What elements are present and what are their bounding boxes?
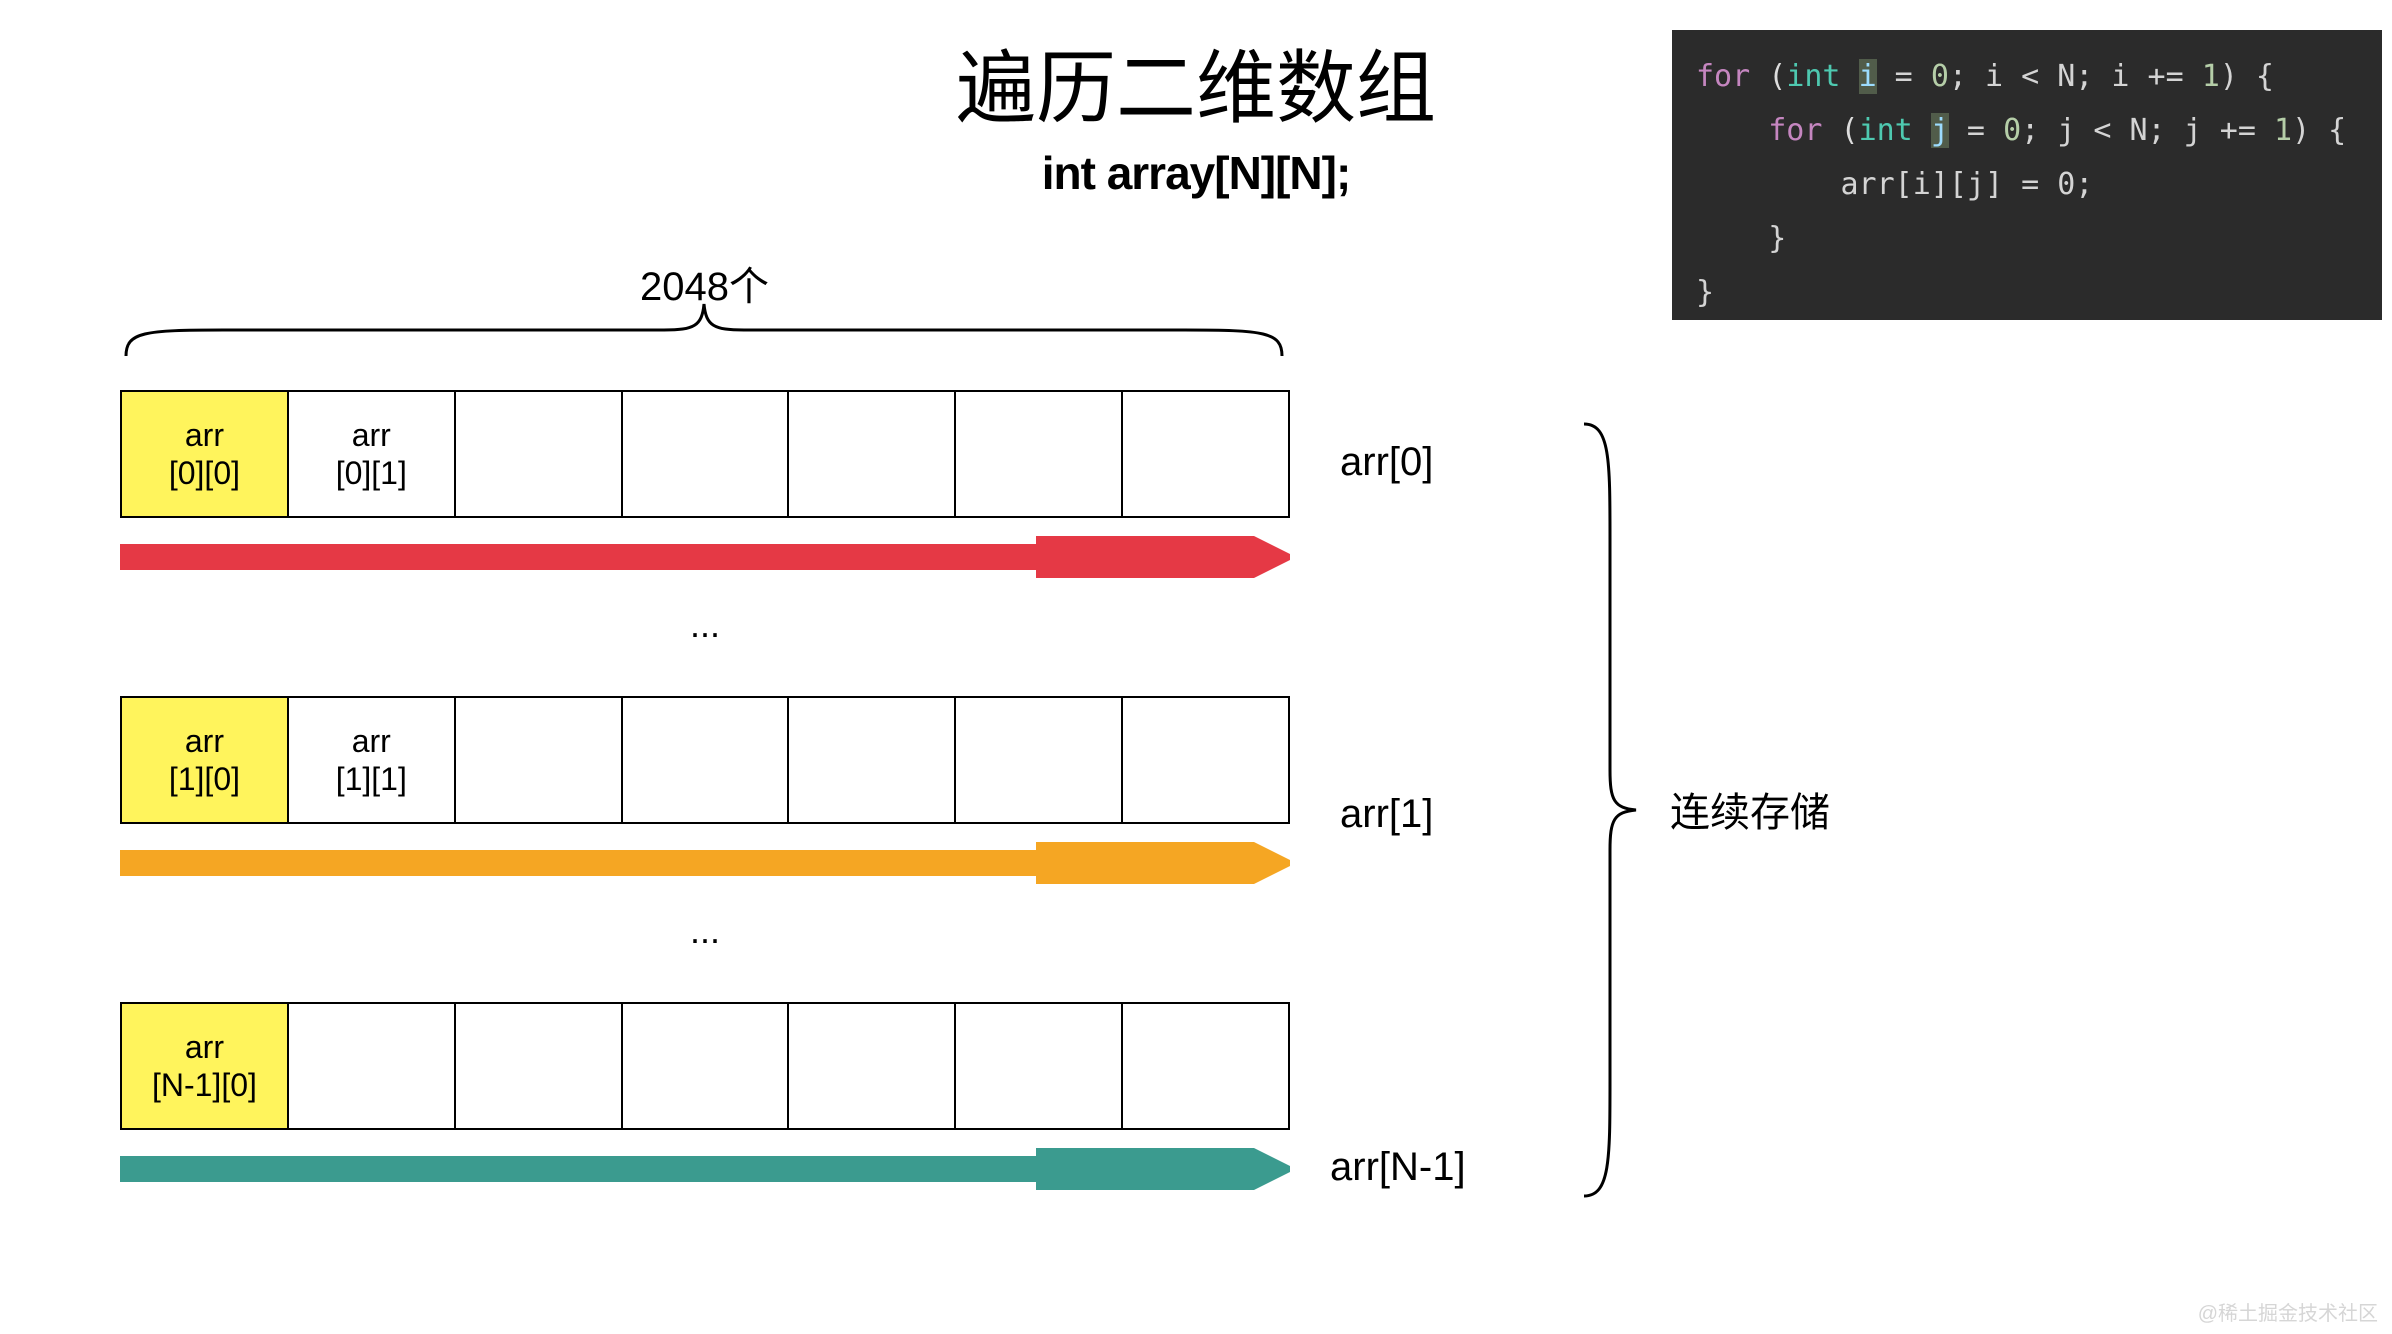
cell: arr[0][0]: [122, 392, 289, 516]
code-var-j: j: [1931, 113, 1949, 148]
storage-label: 连续存储: [1670, 780, 1830, 838]
code-num: 0: [1931, 59, 1949, 94]
code-num: 0: [2003, 113, 2021, 148]
code-op: =: [1877, 59, 1931, 94]
cell: arr[1][0]: [122, 698, 289, 822]
cell: [456, 698, 623, 822]
cell: arr[N-1][0]: [122, 1004, 289, 1128]
arrow-right-icon: [120, 536, 1290, 578]
cell: [956, 1004, 1123, 1128]
row-label: arr[0]: [1340, 440, 1433, 485]
array-row: arr[N-1][0]: [120, 1002, 1290, 1190]
cells-row: arr[N-1][0]: [120, 1002, 1290, 1130]
cell: [623, 392, 790, 516]
cell: [1123, 1004, 1288, 1128]
cell: [789, 698, 956, 822]
arrow-right-icon: [120, 842, 1290, 884]
cell: [956, 392, 1123, 516]
code-brace: ) {: [2220, 59, 2274, 94]
code-body: arr[i][j] = 0;: [1841, 167, 2094, 202]
declaration-subtitle: int array[N][N];: [1042, 146, 1351, 200]
cell: [789, 392, 956, 516]
code-op: =: [1949, 113, 2003, 148]
cell: [623, 1004, 790, 1128]
array-row: arr[1][0] arr[1][1]: [120, 696, 1290, 884]
code-keyword-for: for: [1696, 59, 1750, 94]
cells-row: arr[1][0] arr[1][1]: [120, 696, 1290, 824]
brace-top-icon: [124, 302, 1284, 358]
code-block: for (int i = 0; i < N; i += 1) { for (in…: [1672, 30, 2382, 320]
cell: [1123, 698, 1288, 822]
code-brace: ) {: [2292, 113, 2346, 148]
cell: [789, 1004, 956, 1128]
cells-row: arr[0][0] arr[0][1]: [120, 390, 1290, 518]
code-var-i: i: [1859, 59, 1877, 94]
ellipsis: ...: [120, 910, 1290, 952]
cell: [456, 392, 623, 516]
watermark: @稀土掘金技术社区: [2198, 1297, 2378, 1326]
cell: [623, 698, 790, 822]
code-brace: }: [1696, 275, 1714, 310]
row-label: arr[1]: [1340, 792, 1433, 837]
cell: [956, 698, 1123, 822]
page-title: 遍历二维数组: [956, 24, 1436, 140]
brace-right-icon: [1580, 420, 1640, 1200]
code-keyword-for: for: [1768, 113, 1822, 148]
cell: [456, 1004, 623, 1128]
arrow-right-icon: [120, 1148, 1290, 1190]
array-row: arr[0][0] arr[0][1]: [120, 390, 1290, 578]
cell: arr[0][1]: [289, 392, 456, 516]
code-brace: }: [1768, 221, 1786, 256]
code-cond: ; j < N; j +=: [2021, 113, 2274, 148]
cell: [289, 1004, 456, 1128]
code-num: 1: [2202, 59, 2220, 94]
code-type: int: [1786, 59, 1840, 94]
row-label: arr[N-1]: [1330, 1145, 1466, 1190]
code-num: 1: [2274, 113, 2292, 148]
code-type: int: [1859, 113, 1913, 148]
array-diagram: arr[0][0] arr[0][1] ... arr[1][0] arr[1]…: [120, 390, 1290, 1190]
cell: [1123, 392, 1288, 516]
code-cond: ; i < N; i +=: [1949, 59, 2202, 94]
ellipsis: ...: [120, 604, 1290, 646]
cell: arr[1][1]: [289, 698, 456, 822]
